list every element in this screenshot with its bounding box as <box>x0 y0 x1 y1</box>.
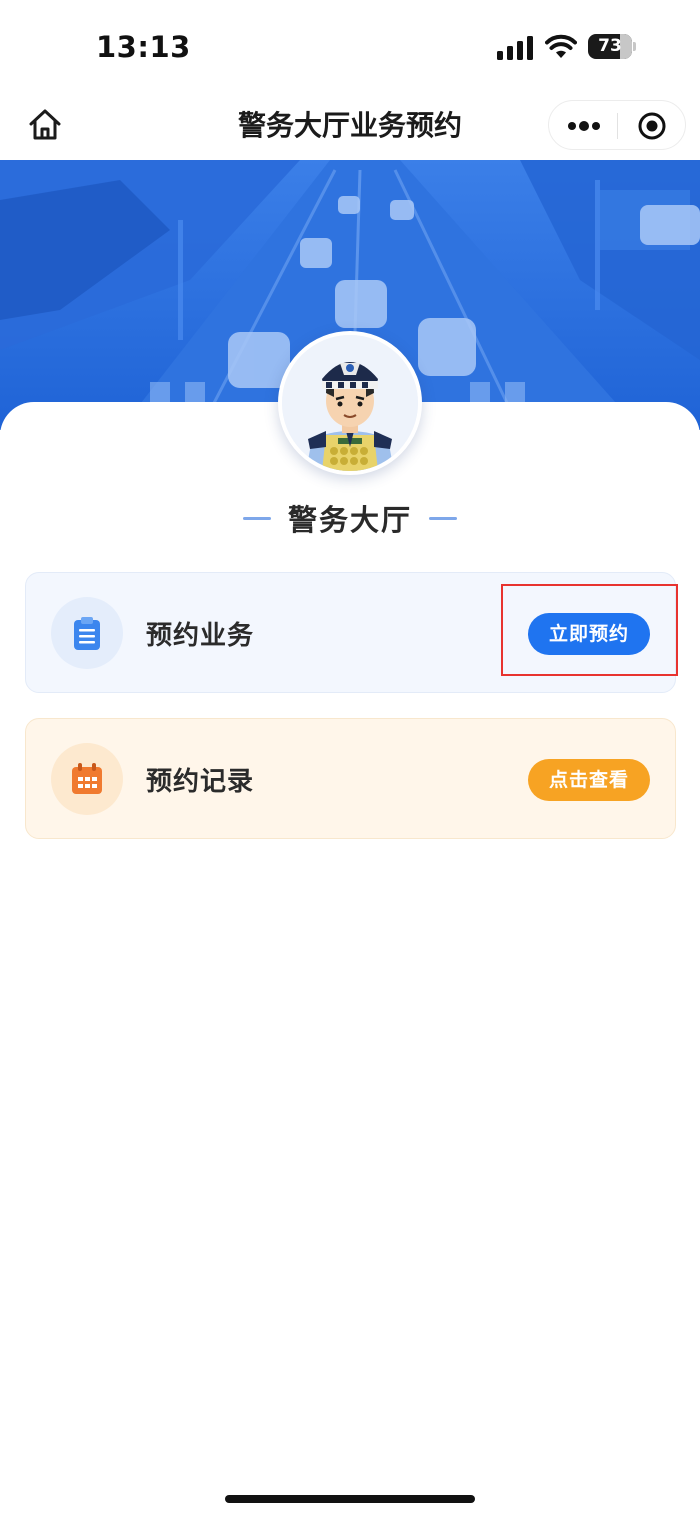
page-title: 警务大厅业务预约 <box>237 109 462 142</box>
book-now-button[interactable]: 立即预约 <box>528 613 650 655</box>
record-icon-wrap <box>51 743 123 815</box>
battery-indicator: 73 <box>588 34 636 59</box>
booking-card[interactable]: 预约业务 立即预约 <box>25 572 676 693</box>
target-circle-icon[interactable] <box>637 111 667 141</box>
hall-title-right-line <box>429 516 458 520</box>
home-indicator <box>225 1495 475 1503</box>
police-avatar <box>278 331 422 475</box>
battery-level: 73 <box>598 36 622 56</box>
more-dots-icon[interactable] <box>565 113 603 139</box>
signal-icon <box>497 36 533 60</box>
booking-icon-wrap <box>51 597 123 669</box>
content-sheet <box>0 402 700 1517</box>
booking-label: 预约业务 <box>146 621 255 651</box>
record-card[interactable]: 预约记录 点击查看 <box>25 718 676 839</box>
clipboard-icon <box>74 617 100 650</box>
view-records-button[interactable]: 点击查看 <box>528 759 650 801</box>
record-label: 预约记录 <box>146 767 255 797</box>
hall-title-left-line <box>242 516 271 520</box>
capsule-divider <box>617 113 618 139</box>
status-bar: 13:13 73 <box>0 0 700 92</box>
home-icon[interactable] <box>26 106 64 144</box>
nav-bar: 警务大厅业务预约 <box>0 92 700 160</box>
wifi-icon <box>545 34 577 58</box>
hall-title: 警务大厅 <box>287 503 412 537</box>
hall-title-row: 警务大厅 <box>0 497 700 537</box>
status-time: 13:13 <box>96 30 191 64</box>
mini-program-capsule <box>548 100 686 150</box>
calendar-icon <box>72 763 102 794</box>
